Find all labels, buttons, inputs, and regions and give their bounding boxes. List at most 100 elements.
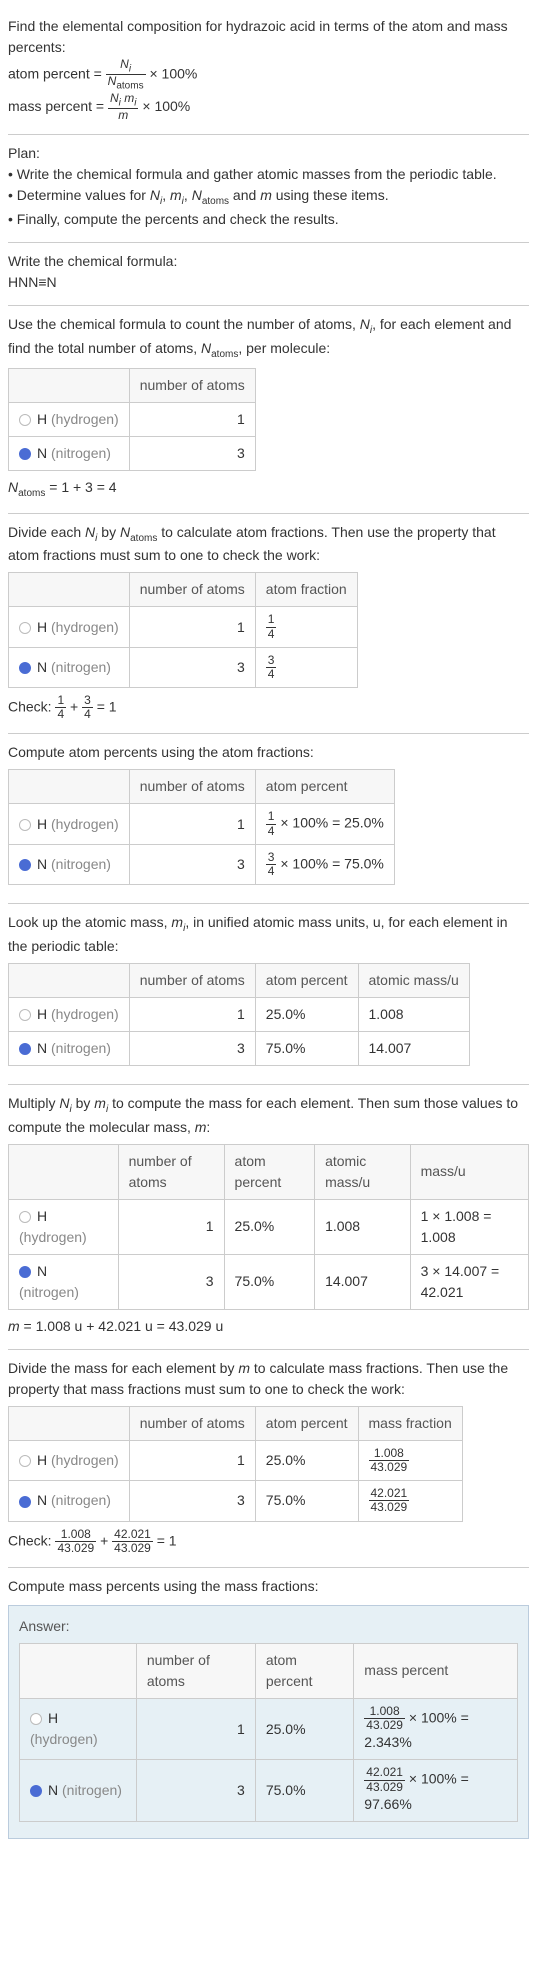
natoms-cell: 1: [136, 1698, 255, 1759]
col-atomicmass: atomic mass/u: [315, 1144, 411, 1199]
element-dot-icon: [19, 662, 31, 674]
table-row: N (nitrogen) 3 34 × 100% = 75.0%: [9, 844, 395, 884]
element-cell: H (hydrogen): [9, 402, 130, 436]
frac-top: 1.008: [55, 1528, 96, 1542]
col-atomfrac: atom fraction: [255, 573, 357, 607]
element-dot-icon: [30, 1713, 42, 1725]
element-cell: N (nitrogen): [9, 1481, 130, 1521]
element-name: (hydrogen): [51, 1006, 119, 1022]
element-cell: H (hydrogen): [9, 1199, 119, 1254]
frac-top: 3: [266, 654, 277, 668]
masspct-table: number of atoms atom percent mass percen…: [19, 1643, 518, 1822]
element-symbol: H: [37, 1452, 47, 1468]
element-symbol: H: [37, 1006, 47, 1022]
pct-cell: 75.0%: [255, 1481, 358, 1521]
col-natoms: number of atoms: [118, 1144, 224, 1199]
element-name: (nitrogen): [51, 445, 111, 461]
masspct-section: Compute mass percents using the mass fra…: [8, 1568, 529, 1851]
intro-section: Find the elemental composition for hydra…: [8, 8, 529, 135]
col-natoms: number of atoms: [129, 770, 255, 804]
times-100: × 100%: [142, 98, 190, 114]
frac-top: 1: [266, 810, 277, 824]
count-sum: Natoms = 1 + 3 = 4: [8, 477, 529, 501]
element-dot-icon: [30, 1785, 42, 1797]
masspct-cell: 42.02143.029 × 100% = 97.66%: [354, 1760, 518, 1821]
pct-cell: 75.0%: [224, 1254, 315, 1309]
frac-top: 42.021: [112, 1528, 153, 1542]
count-section: Use the chemical formula to count the nu…: [8, 306, 529, 513]
check-plus: +: [70, 698, 82, 714]
frac-top: 1.008: [364, 1705, 405, 1719]
col-atompct: atom percent: [255, 1406, 358, 1440]
atom-percent-frac: Ni Natoms: [106, 58, 146, 92]
frac-cell: 14: [255, 607, 357, 647]
plan-section: Plan: • Write the chemical formula and g…: [8, 135, 529, 243]
col-atompct: atom percent: [255, 1643, 353, 1698]
check-eq: = 1: [97, 698, 117, 714]
frac-top: 42.021: [369, 1487, 410, 1501]
col-natoms: number of atoms: [129, 1406, 255, 1440]
natoms-cell: 1: [129, 804, 255, 844]
element-cell: N (nitrogen): [9, 844, 130, 884]
atomfrac-section: Divide each Ni by Natoms to calculate at…: [8, 514, 529, 735]
frac-cell: 42.02143.029: [358, 1481, 462, 1521]
check-eq: = 1: [157, 1532, 177, 1548]
frac-top: Ni: [106, 58, 146, 75]
frac-bot: 43.029: [55, 1542, 96, 1555]
check-label: Check:: [8, 698, 55, 714]
element-symbol: H: [37, 619, 47, 635]
element-symbol: N: [37, 1263, 47, 1279]
atomfrac-title: Divide each Ni by Natoms to calculate at…: [8, 522, 529, 567]
pct-rest: × 100% = 25.0%: [276, 815, 383, 831]
natoms-cell: 3: [129, 436, 255, 470]
molmass-section: Multiply Ni by mi to compute the mass fo…: [8, 1085, 529, 1350]
col-mass: mass/u: [410, 1144, 528, 1199]
col-element: [9, 964, 130, 998]
frac-bot: 4: [266, 825, 277, 838]
element-dot-icon: [19, 1266, 31, 1278]
col-element: [9, 1406, 130, 1440]
frac-top: 1.008: [369, 1447, 410, 1461]
molmass-sum: m = 1.008 u + 42.021 u = 43.029 u: [8, 1316, 529, 1337]
table-header-row: number of atoms: [9, 368, 256, 402]
element-dot-icon: [19, 414, 31, 426]
natoms-cell: 3: [129, 844, 255, 884]
col-natoms: number of atoms: [129, 964, 255, 998]
atomfrac-table: number of atoms atom fraction H (hydroge…: [8, 572, 358, 688]
element-symbol: H: [48, 1710, 58, 1726]
frac-top: 42.021: [364, 1766, 405, 1780]
element-symbol: N: [48, 1782, 58, 1798]
masses-title: Look up the atomic mass, mi, in unified …: [8, 912, 529, 957]
element-name: (nitrogen): [62, 1782, 122, 1798]
element-cell: N (nitrogen): [9, 436, 130, 470]
frac-cell: 1.00843.029: [358, 1440, 462, 1480]
table-header-row: number of atoms atom percent atomic mass…: [9, 1144, 529, 1199]
element-dot-icon: [19, 1496, 31, 1508]
frac-top: 1: [55, 694, 66, 708]
pct-cell: 34 × 100% = 75.0%: [255, 844, 394, 884]
table-header-row: number of atoms atom fraction: [9, 573, 358, 607]
natoms-cell: 3: [136, 1760, 255, 1821]
massfrac-check: Check: 1.00843.029 + 42.02143.029 = 1: [8, 1528, 529, 1555]
natoms-cell: 1: [118, 1199, 224, 1254]
table-row: H (hydrogen) 1 25.0% 1.008: [9, 998, 470, 1032]
pct-cell: 25.0%: [255, 998, 358, 1032]
element-cell: H (hydrogen): [9, 1440, 130, 1480]
frac-bot: m: [108, 109, 138, 122]
natoms-cell: 3: [129, 647, 255, 687]
table-row: H (hydrogen) 1: [9, 402, 256, 436]
answer-label: Answer:: [19, 1616, 518, 1637]
count-table: number of atoms H (hydrogen) 1 N (nitrog…: [8, 368, 256, 471]
frac-bot: 43.029: [364, 1719, 405, 1732]
element-dot-icon: [19, 622, 31, 634]
frac-bot: 43.029: [369, 1461, 410, 1474]
element-dot-icon: [19, 448, 31, 460]
element-dot-icon: [19, 1009, 31, 1021]
intro-text: Find the elemental composition for hydra…: [8, 16, 529, 58]
mass-calc-cell: 3 × 14.007 = 42.021: [410, 1254, 528, 1309]
table-header-row: number of atoms atom percent: [9, 770, 395, 804]
table-header-row: number of atoms atom percent mass percen…: [20, 1643, 518, 1698]
plan-item: • Determine values for Ni, mi, Natoms an…: [8, 185, 529, 209]
masses-section: Look up the atomic mass, mi, in unified …: [8, 904, 529, 1085]
col-massfrac: mass fraction: [358, 1406, 462, 1440]
